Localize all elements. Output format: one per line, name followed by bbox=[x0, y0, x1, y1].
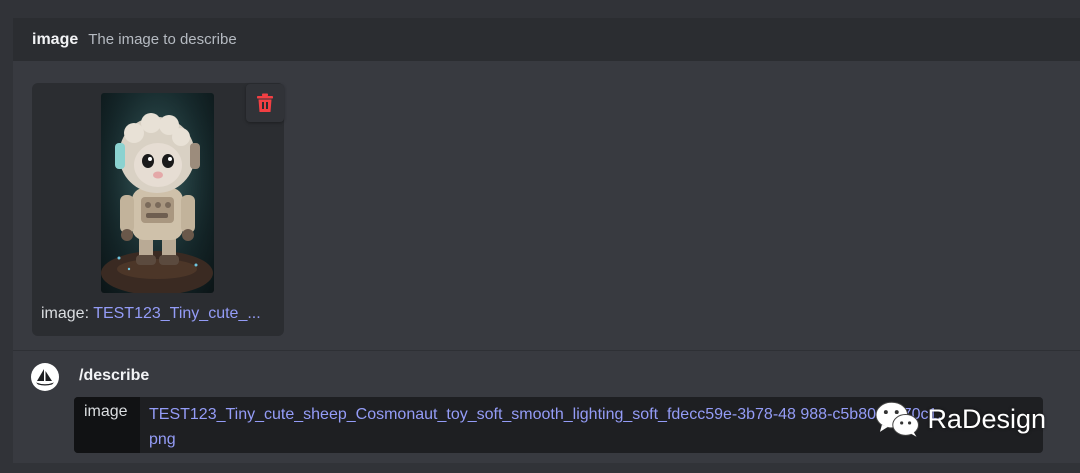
attachment-thumbnail[interactable] bbox=[101, 93, 214, 293]
describe-command-ui: image The image to describe image: TEST1… bbox=[0, 0, 1080, 473]
command-name: /describe bbox=[79, 367, 150, 384]
sailboat-icon bbox=[36, 369, 54, 386]
watermark: RaDesign bbox=[874, 397, 1046, 441]
attachment-filename-link[interactable]: TEST123_Tiny_cute_... bbox=[93, 305, 261, 322]
parameter-value-link[interactable]: TEST123_Tiny_cute_sheep_Cosmonaut_toy_so… bbox=[149, 402, 949, 452]
top-strip bbox=[0, 0, 1080, 18]
delete-attachment-button[interactable] bbox=[246, 84, 284, 122]
option-description: The image to describe bbox=[88, 31, 237, 48]
watermark-text: RaDesign bbox=[927, 403, 1046, 434]
image-attachment-card[interactable]: image: TEST123_Tiny_cute_... bbox=[32, 83, 284, 336]
midjourney-bot-avatar[interactable] bbox=[31, 363, 59, 391]
parameter-key: image bbox=[74, 397, 140, 453]
trash-icon bbox=[257, 93, 273, 112]
section-divider bbox=[13, 350, 1080, 351]
option-header: image The image to describe bbox=[13, 18, 1080, 61]
option-name: image bbox=[32, 30, 79, 48]
attachment-caption: image: TEST123_Tiny_cute_... bbox=[41, 305, 279, 323]
wechat-icon bbox=[875, 401, 919, 437]
caption-label: image: bbox=[41, 305, 90, 322]
sheep-astronaut-image bbox=[101, 93, 214, 293]
